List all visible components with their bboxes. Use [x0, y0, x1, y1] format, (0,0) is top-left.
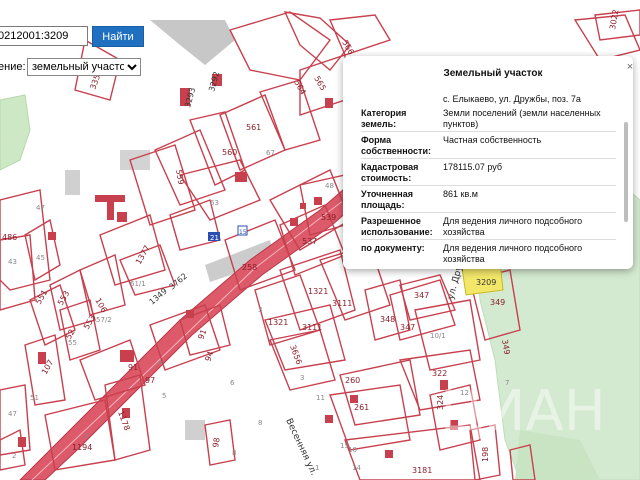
- search-type-select[interactable]: земельный участок: [27, 58, 141, 76]
- building-grey-3: [65, 170, 80, 195]
- house-label: 3: [300, 374, 304, 382]
- parcel-label: 565: [312, 75, 327, 93]
- house-label: 48: [325, 182, 334, 190]
- row-value: 861 кв.м: [443, 189, 478, 199]
- row-value: Земли поселений (земли населенных пункто…: [443, 108, 601, 129]
- house-label: 67: [266, 149, 275, 157]
- parcel-label: 91: [128, 363, 138, 372]
- close-icon[interactable]: ×: [623, 60, 637, 74]
- row-label: Категория земель:: [361, 108, 407, 129]
- parcel-label: 537: [302, 237, 317, 246]
- svg-text:21: 21: [210, 234, 219, 242]
- parcel-label: 1321: [308, 287, 328, 296]
- parcel-label: 3022: [608, 9, 620, 31]
- parcel-label: 1321: [268, 318, 288, 327]
- building-grey-2: [120, 150, 150, 170]
- house-label: 2: [84, 432, 88, 440]
- row-label: Форма собственности:: [361, 135, 431, 156]
- house-label: 10: [348, 446, 357, 454]
- row-divider: [361, 131, 616, 132]
- row-label: по документу:: [361, 243, 425, 253]
- row-label: Уточненная площадь:: [361, 189, 413, 210]
- cadastral-search-input[interactable]: [0, 26, 88, 46]
- parcel-label: 560: [222, 148, 237, 157]
- house-label: 14: [352, 464, 361, 472]
- parcel-label: 347: [414, 291, 429, 300]
- row-value: Для ведения личного подсобного хозяйства: [443, 243, 583, 264]
- house-label: 47: [8, 410, 17, 418]
- house-label: 8: [258, 419, 262, 427]
- house-label: 2: [12, 452, 16, 460]
- building-grey-4: [185, 420, 205, 440]
- parcel-label: 3181: [412, 466, 432, 475]
- parcel-label: 486: [2, 233, 17, 242]
- parcel-label: 3656: [288, 344, 303, 366]
- parcel-label: 258: [242, 263, 257, 272]
- row-divider: [361, 239, 616, 240]
- parcel-label: 348: [380, 315, 395, 324]
- parcel-label: 539: [321, 213, 336, 222]
- map-marker-15[interactable]: 15: [237, 225, 248, 236]
- house-label: 51: [30, 394, 39, 402]
- house-label: 61/1: [130, 280, 146, 288]
- parcel-label: 106: [93, 297, 108, 315]
- street-label: Весенняя ул.: [283, 417, 318, 477]
- parcel-label: 561: [246, 123, 261, 132]
- house-label: 4: [158, 359, 163, 367]
- house-label: 8: [232, 449, 236, 457]
- parcel-label: 3111: [302, 323, 322, 332]
- house-label: 43: [8, 258, 17, 266]
- parcel-label: 347: [400, 323, 415, 332]
- parcel-label: 553: [56, 289, 71, 307]
- parcel-label: 97: [145, 376, 155, 385]
- parcel-label: 3209: [476, 278, 496, 287]
- house-label: 47: [36, 204, 45, 212]
- road-grey-top: [150, 20, 235, 65]
- house-label: 3: [258, 306, 262, 314]
- popup-title: Земельный участок: [443, 68, 543, 79]
- parcel-label: 564: [292, 79, 307, 97]
- parcel-label: 98: [211, 437, 222, 449]
- row-divider: [361, 185, 616, 186]
- house-label: 5: [162, 392, 166, 400]
- parcel-label: 349: [490, 298, 505, 307]
- find-button[interactable]: Найти: [92, 26, 144, 47]
- green-area-left: [0, 94, 31, 171]
- svg-text:15: 15: [239, 229, 247, 236]
- parcel-label: 1377: [134, 244, 152, 266]
- popup-scrollbar[interactable]: [624, 122, 628, 222]
- row-label: Кадастровая стоимость:: [361, 162, 419, 183]
- map-marker-21[interactable]: 21: [208, 232, 220, 242]
- search-type-label: ение:: [0, 61, 26, 73]
- parcel-label: 559: [174, 169, 186, 186]
- parcel-label: 322: [432, 369, 447, 378]
- popup-address: с. Елыкаево, ул. Дружбы, поз. 7а: [443, 94, 581, 104]
- row-divider: [361, 212, 616, 213]
- house-label: 10/1: [430, 332, 446, 340]
- watermark-logo: ЦИАН: [440, 379, 606, 444]
- parcel-label: 260: [345, 376, 360, 385]
- house-label: 57/2: [96, 316, 112, 324]
- parcel-label: 1194: [72, 443, 92, 452]
- house-label: 45: [36, 254, 45, 262]
- parcel-label: 3111: [332, 299, 352, 308]
- row-value: Частная собственность: [443, 135, 542, 145]
- house-label: 11: [316, 394, 325, 402]
- parcel-label: 198: [481, 447, 490, 462]
- row-value: Для ведения личного подсобного хозяйства: [443, 216, 583, 237]
- row-value: 178115.07 руб: [443, 162, 503, 172]
- house-label: 6: [230, 379, 235, 387]
- house-label: 63: [210, 199, 219, 207]
- parcel-label: 261: [354, 403, 369, 412]
- row-divider: [361, 158, 616, 159]
- parcel-label: 91: [196, 328, 208, 341]
- row-label: Разрешенное использование:: [361, 216, 433, 237]
- parcel-info-popup: Земельный участок × с. Елыкаево, ул. Дру…: [343, 56, 633, 269]
- house-label: 15: [340, 442, 349, 450]
- road-parcel-label: 1349: [148, 287, 169, 307]
